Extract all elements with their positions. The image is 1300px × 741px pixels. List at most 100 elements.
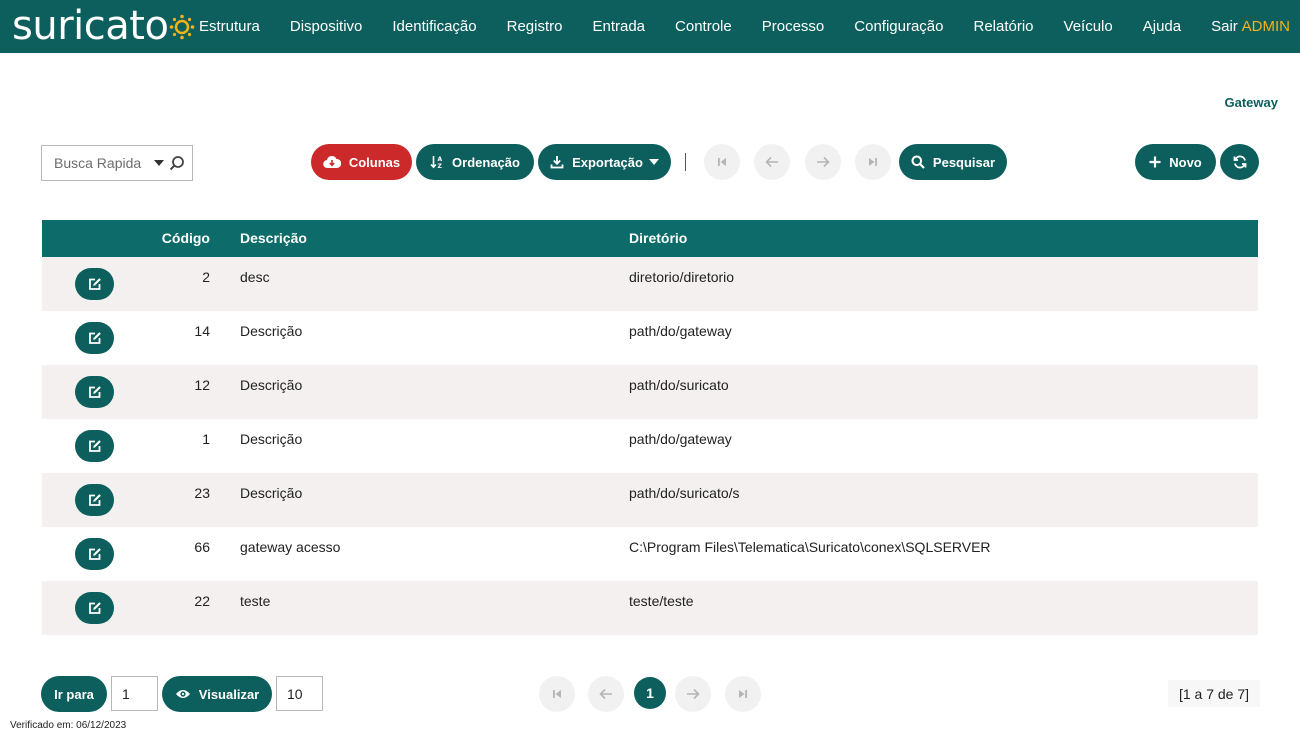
- edit-icon: [88, 602, 101, 614]
- caret-down-icon[interactable]: [154, 160, 164, 166]
- table-row: 22 teste teste/teste: [42, 581, 1258, 635]
- current-page-number: 1: [646, 685, 654, 701]
- prev-page-button[interactable]: [754, 144, 790, 180]
- edit-button[interactable]: [75, 538, 114, 570]
- search-label: Pesquisar: [932, 154, 996, 170]
- sort-icon: AZ: [430, 156, 443, 169]
- cell-directory: path/do/gateway: [629, 431, 732, 447]
- cell-description: Descrição: [240, 377, 303, 393]
- nav-item-configuracao[interactable]: Configuração: [839, 18, 958, 35]
- nav-item-controle[interactable]: Controle: [660, 18, 747, 35]
- nav-item-processo[interactable]: Processo: [747, 18, 840, 35]
- edit-icon: [88, 386, 101, 398]
- cell-directory: teste/teste: [629, 593, 694, 609]
- footer-next-page-button[interactable]: [675, 676, 711, 712]
- top-navbar: suricato Estrutura Dispositivo Identific…: [0, 0, 1300, 53]
- current-page-button[interactable]: 1: [634, 677, 666, 709]
- col-header-directory[interactable]: Diretório: [629, 220, 687, 257]
- arrow-left-icon: [599, 688, 612, 700]
- nav-item-registro[interactable]: Registro: [492, 18, 578, 35]
- cell-directory: path/do/gateway: [629, 323, 732, 339]
- cell-code: 22: [194, 593, 210, 609]
- cell-description: gateway acesso: [240, 539, 341, 555]
- eye-icon: [175, 690, 190, 698]
- arrow-right-icon: [817, 156, 830, 168]
- new-label: Novo: [1169, 154, 1202, 170]
- last-page-icon: [739, 690, 747, 698]
- page-size-input[interactable]: [276, 676, 323, 711]
- goto-label: Ir para: [54, 686, 94, 702]
- export-label: Exportação: [572, 154, 643, 170]
- table-row: 2 desc diretorio/diretorio: [42, 257, 1258, 311]
- view-label: Visualizar: [198, 686, 260, 702]
- plus-icon: [1149, 156, 1161, 168]
- cell-directory: path/do/suricato: [629, 377, 729, 393]
- refresh-button[interactable]: [1220, 144, 1259, 180]
- col-header-description[interactable]: Descrição: [240, 220, 307, 257]
- goto-page-button[interactable]: Ir para: [41, 676, 107, 712]
- footer-last-page-button[interactable]: [725, 676, 761, 712]
- user-name[interactable]: ADMIN: [1242, 0, 1290, 53]
- cell-description: Descrição: [240, 485, 303, 501]
- cell-code: 1: [202, 431, 210, 447]
- order-label: Ordenação: [452, 154, 520, 170]
- cell-code: 66: [194, 539, 210, 555]
- cell-directory: path/do/suricato/s: [629, 485, 740, 501]
- edit-button[interactable]: [75, 376, 114, 408]
- nav-item-veiculo[interactable]: Veículo: [1049, 18, 1128, 35]
- edit-icon: [88, 494, 101, 506]
- search-icon[interactable]: [169, 155, 185, 171]
- next-page-button[interactable]: [805, 144, 841, 180]
- table-header: Código Descrição Diretório: [42, 220, 1258, 257]
- view-button[interactable]: Visualizar: [162, 676, 272, 712]
- footer-prev-page-button[interactable]: [588, 676, 624, 712]
- arrow-right-icon: [687, 688, 700, 700]
- col-header-code[interactable]: Código: [162, 220, 210, 257]
- export-button[interactable]: Exportação: [538, 144, 671, 180]
- svg-text:A: A: [438, 156, 443, 163]
- cloud-download-icon: [323, 155, 341, 169]
- toolbar-divider: [685, 153, 686, 171]
- cell-description: Descrição: [240, 431, 303, 447]
- nav-item-estrutura[interactable]: Estrutura: [184, 18, 275, 35]
- main-menu: Estrutura Dispositivo Identificação Regi…: [184, 0, 1253, 53]
- suricato-logo[interactable]: suricato: [12, 3, 195, 49]
- arrow-left-icon: [765, 156, 778, 168]
- table-row: 66 gateway acesso C:\Program Files\Telem…: [42, 527, 1258, 581]
- nav-item-dispositivo[interactable]: Dispositivo: [275, 18, 378, 35]
- nav-item-identificacao[interactable]: Identificação: [377, 18, 491, 35]
- last-page-icon: [869, 158, 877, 166]
- search-button[interactable]: Pesquisar: [899, 144, 1007, 180]
- edit-button[interactable]: [75, 592, 114, 624]
- nav-item-relatorio[interactable]: Relatório: [959, 18, 1049, 35]
- refresh-icon: [1233, 155, 1246, 169]
- order-button[interactable]: AZ Ordenação: [416, 144, 534, 180]
- edit-button[interactable]: [75, 430, 114, 462]
- edit-button[interactable]: [75, 322, 114, 354]
- cell-description: desc: [240, 269, 270, 285]
- nav-item-entrada[interactable]: Entrada: [577, 18, 660, 35]
- search-icon: [911, 155, 925, 169]
- quick-search: [41, 145, 193, 181]
- nav-item-ajuda[interactable]: Ajuda: [1128, 18, 1196, 35]
- logo-text: suricato: [12, 3, 169, 49]
- new-button[interactable]: Novo: [1135, 144, 1216, 180]
- first-page-button[interactable]: [704, 144, 740, 180]
- cell-code: 23: [194, 485, 210, 501]
- last-page-button[interactable]: [855, 144, 891, 180]
- goto-page-input[interactable]: [111, 676, 158, 711]
- columns-button[interactable]: Colunas: [311, 144, 412, 180]
- table-row: 23 Descrição path/do/suricato/s: [42, 473, 1258, 527]
- edit-button[interactable]: [75, 268, 114, 300]
- edit-button[interactable]: [75, 484, 114, 516]
- first-page-icon: [553, 690, 561, 698]
- cell-code: 14: [194, 323, 210, 339]
- cell-description: Descrição: [240, 323, 303, 339]
- table-row: 12 Descrição path/do/suricato: [42, 365, 1258, 419]
- cell-directory: C:\Program Files\Telematica\Suricato\con…: [629, 539, 991, 555]
- edit-icon: [88, 278, 101, 290]
- record-count: [1 a 7 de 7]: [1168, 680, 1260, 707]
- footer-first-page-button[interactable]: [539, 676, 575, 712]
- page-title: Gateway: [1224, 95, 1278, 110]
- quick-search-input[interactable]: [54, 155, 154, 171]
